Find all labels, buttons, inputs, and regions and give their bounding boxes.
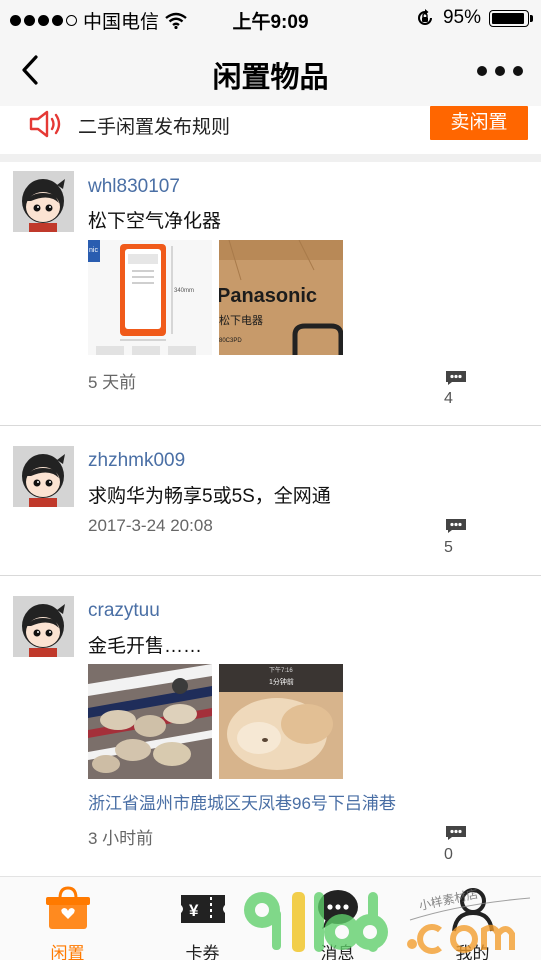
post-image[interactable] <box>88 664 212 779</box>
yen-symbol: ¥ <box>189 901 199 920</box>
cartoon-face-icon <box>13 446 74 507</box>
tab-messages[interactable]: 消息 <box>270 877 405 960</box>
tab-label: 卡券 <box>185 944 220 960</box>
divider <box>0 154 541 162</box>
image-label-text: nic <box>89 247 98 254</box>
post-item[interactable]: whl830107 松下空气净化器 nic 340mm Panasonic 松下… <box>0 162 541 425</box>
tab-label: 消息 <box>320 944 355 960</box>
rules-bar: 二手闲置发布规则 卖闲置 <box>0 106 541 154</box>
comment-count: 0 <box>444 846 453 863</box>
tab-label: 我的 <box>455 944 490 960</box>
chat-icon <box>318 890 358 929</box>
tab-bar: 闲置 ¥ 卡券 消息 我的 <box>0 876 541 960</box>
dimension-label: 340mm <box>174 288 194 294</box>
more-dot-icon <box>495 66 505 76</box>
speaker-icon <box>29 110 61 138</box>
post-item[interactable]: zhzhmk009 求购华为畅享5或5S，全网通 2017-3-24 20:08… <box>0 426 541 575</box>
tab-idle-items[interactable]: 闲置 <box>0 877 135 960</box>
post-username[interactable]: whl830107 <box>88 176 180 198</box>
more-dot-icon <box>477 66 487 76</box>
box-model-text: 80C3PD <box>219 338 242 344</box>
comment-icon[interactable] <box>444 518 468 534</box>
shopping-bag-icon <box>46 886 90 929</box>
panasonic-box-image: Panasonic 松下电器 80C3PD <box>219 240 343 355</box>
tab-label: 闲置 <box>50 944 85 960</box>
person-icon <box>452 888 494 932</box>
comment-count: 4 <box>444 390 453 407</box>
avatar[interactable] <box>13 596 74 657</box>
sell-item-button[interactable]: 卖闲置 <box>430 106 528 140</box>
battery-group: 95% <box>415 7 533 29</box>
image-caption-text: 1分钟前 <box>269 677 294 686</box>
battery-icon <box>489 9 533 27</box>
more-options-button[interactable] <box>477 58 523 84</box>
image-time-text: 下午7:16 <box>269 666 293 674</box>
box-brand-text: 松下电器 <box>219 313 263 327</box>
avatar[interactable] <box>13 171 74 232</box>
battery-percent: 95% <box>442 7 481 28</box>
post-username[interactable]: zhzhmk009 <box>88 450 185 472</box>
comment-icon[interactable] <box>444 825 468 841</box>
status-bar: 中国电信 上午9:09 95% <box>0 0 541 36</box>
post-content: 求购华为畅享5或5S，全网通 <box>88 486 331 507</box>
post-item[interactable]: crazytuu 金毛开售…… 下午7:16 1分钟前 浙江省温州市鹿城区天凤巷… <box>0 576 541 876</box>
air-purifier-image: nic 340mm <box>88 240 212 355</box>
post-location-link[interactable]: 浙江省温州市鹿城区天凤巷96号下吕浦巷 <box>88 789 396 814</box>
post-time: 5 天前 <box>88 373 137 392</box>
post-image[interactable]: nic 340mm <box>88 240 212 355</box>
rotation-lock-icon <box>418 9 432 25</box>
voucher-icon: ¥ <box>181 895 225 923</box>
comment-icon[interactable] <box>444 370 468 386</box>
comment-count: 5 <box>444 539 453 556</box>
page-title: 闲置物品 <box>212 62 329 94</box>
tab-profile[interactable]: 我的 <box>405 877 540 960</box>
puppies-image <box>88 664 212 779</box>
tab-vouchers[interactable]: ¥ 卡券 <box>135 877 270 960</box>
post-username[interactable]: crazytuu <box>88 600 160 622</box>
publish-rules-link[interactable]: 二手闲置发布规则 <box>78 112 230 139</box>
nav-bar: 闲置物品 <box>0 36 541 106</box>
post-content: 金毛开售…… <box>88 636 203 657</box>
avatar[interactable] <box>13 446 74 507</box>
post-time: 3 小时前 <box>88 829 154 848</box>
cartoon-face-icon <box>13 596 74 657</box>
post-image[interactable]: 下午7:16 1分钟前 <box>219 664 343 779</box>
post-time: 2017-3-24 20:08 <box>88 516 213 535</box>
more-dot-icon <box>513 66 523 76</box>
battery-level <box>492 12 525 24</box>
panasonic-logo-text: Panasonic <box>219 285 317 307</box>
cartoon-face-icon <box>13 171 74 232</box>
puppy-sleeping-image: 下午7:16 1分钟前 <box>219 664 343 779</box>
post-image[interactable]: Panasonic 松下电器 80C3PD <box>219 240 343 355</box>
post-content: 松下空气净化器 <box>88 211 222 232</box>
